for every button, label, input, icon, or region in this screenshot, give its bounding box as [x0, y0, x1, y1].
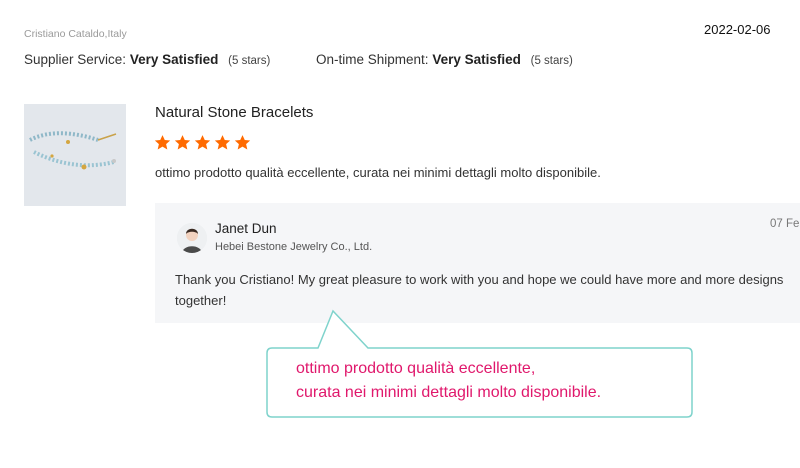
star-icon [174, 135, 191, 150]
reply-text: Thank you Cristiano! My great pleasure t… [175, 272, 784, 308]
supplier-reply: Janet Dun Hebei Bestone Jewelry Co., Ltd… [155, 203, 800, 323]
review-text: ottimo prodotto qualità eccellente, cura… [155, 165, 601, 180]
supplier-service-rating: Supplier Service: Very Satisfied (5 star… [24, 52, 270, 67]
reply-company: Hebei Bestone Jewelry Co., Ltd. [215, 241, 373, 253]
avatar [177, 223, 207, 253]
star-icon [194, 135, 211, 150]
rating-stars-note: (5 stars) [228, 55, 271, 67]
on-time-shipment-rating: On-time Shipment: Very Satisfied (5 star… [316, 52, 573, 67]
callout-line: curata nei minimi dettagli molto disponi… [296, 384, 602, 401]
rating-stars-note: (5 stars) [530, 55, 573, 67]
reply-date: 07 Fe [770, 218, 800, 230]
product-name[interactable]: Natural Stone Bracelets [155, 104, 313, 121]
bracelet-image [24, 104, 126, 206]
rating-label: Supplier Service: [24, 52, 127, 67]
rating-value: Very Satisfied [129, 52, 219, 67]
review-date: 2022-02-06 [704, 22, 771, 37]
callout-line: ottimo prodotto qualità eccellente, [296, 360, 536, 377]
star-icon [234, 135, 251, 150]
product-thumbnail[interactable] [24, 104, 126, 206]
rating-label: On-time Shipment: [316, 52, 429, 67]
rating-value: Very Satisfied [432, 52, 521, 67]
star-icon [154, 135, 171, 150]
avatar-icon [177, 223, 207, 253]
star-icon [214, 135, 231, 150]
reviewer-name-location: Cristiano Cataldo,Italy [24, 28, 127, 40]
reply-author-name: Janet Dun [215, 221, 277, 236]
product-star-rating [154, 134, 251, 151]
callout-text: ottimo prodotto qualità eccellente, cura… [296, 357, 601, 405]
